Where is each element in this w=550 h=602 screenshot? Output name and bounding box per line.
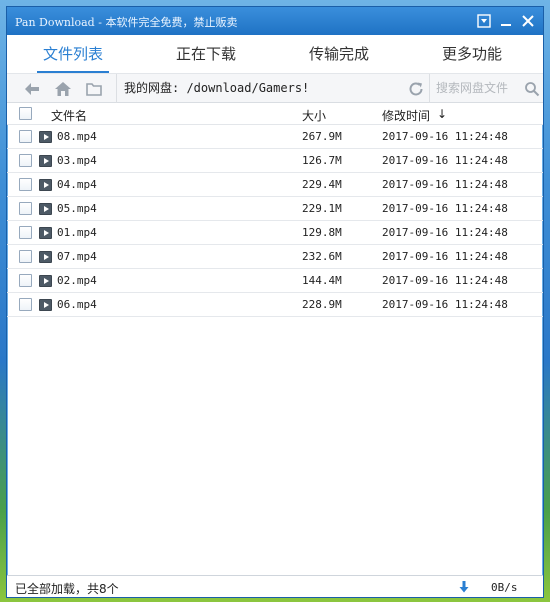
- file-size: 228.9M: [302, 298, 342, 311]
- file-modified: 2017-09-16 11:24:48: [382, 226, 508, 239]
- back-arrow-icon[interactable]: [23, 80, 41, 98]
- search-box: [429, 74, 545, 103]
- minimize-icon[interactable]: [497, 12, 515, 30]
- file-modified: 2017-09-16 11:24:48: [382, 298, 508, 311]
- video-file-icon: [39, 299, 52, 311]
- toolbar: 我的网盘: /download/Gamers!: [7, 73, 543, 103]
- menu-dropdown-icon[interactable]: [475, 12, 493, 30]
- file-row[interactable]: 07.mp4 232.6M 2017-09-16 11:24:48: [7, 245, 543, 269]
- file-modified: 2017-09-16 11:24:48: [382, 154, 508, 167]
- select-all-checkbox[interactable]: [19, 107, 32, 120]
- file-name: 04.mp4: [57, 178, 97, 191]
- path-breadcrumb[interactable]: 我的网盘: /download/Gamers!: [116, 74, 404, 103]
- file-row[interactable]: 08.mp4 267.9M 2017-09-16 11:24:48: [7, 125, 543, 149]
- column-header-modified[interactable]: 修改时间: [382, 107, 430, 124]
- row-checkbox[interactable]: [19, 274, 32, 287]
- file-modified: 2017-09-16 11:24:48: [382, 178, 508, 191]
- tab-downloading[interactable]: 正在下载: [170, 43, 242, 73]
- file-size: 126.7M: [302, 154, 342, 167]
- file-row[interactable]: 06.mp4 228.9M 2017-09-16 11:24:48: [7, 293, 543, 317]
- folder-icon[interactable]: [85, 80, 103, 98]
- row-checkbox[interactable]: [19, 178, 32, 191]
- file-size: 129.8M: [302, 226, 342, 239]
- file-name: 03.mp4: [57, 154, 97, 167]
- video-file-icon: [39, 227, 52, 239]
- file-name: 05.mp4: [57, 202, 97, 215]
- file-size: 144.4M: [302, 274, 342, 287]
- row-checkbox[interactable]: [19, 298, 32, 311]
- status-bar: 已全部加载，共8个 0B/s: [7, 575, 543, 597]
- load-status-text: 已全部加载，共8个: [15, 582, 119, 596]
- window-title: Pan Download - 本软件完全免费，禁止贩卖: [15, 16, 238, 29]
- tab-completed[interactable]: 传输完成: [303, 43, 375, 73]
- file-row[interactable]: 04.mp4 229.4M 2017-09-16 11:24:48: [7, 173, 543, 197]
- video-file-icon: [39, 203, 52, 215]
- file-modified: 2017-09-16 11:24:48: [382, 250, 508, 263]
- file-size: 229.4M: [302, 178, 342, 191]
- file-size: 267.9M: [302, 130, 342, 143]
- video-file-icon: [39, 251, 52, 263]
- search-input[interactable]: [436, 79, 520, 97]
- video-file-icon: [39, 179, 52, 191]
- file-name: 08.mp4: [57, 130, 97, 143]
- file-name: 02.mp4: [57, 274, 97, 287]
- column-header-size[interactable]: 大小: [302, 107, 326, 124]
- tab-file-list[interactable]: 文件列表: [37, 43, 109, 73]
- download-arrow-icon: [458, 580, 470, 594]
- tab-more-features[interactable]: 更多功能: [436, 43, 508, 73]
- video-file-icon: [39, 155, 52, 167]
- file-modified: 2017-09-16 11:24:48: [382, 130, 508, 143]
- file-row[interactable]: 05.mp4 229.1M 2017-09-16 11:24:48: [7, 197, 543, 221]
- close-icon[interactable]: [519, 12, 537, 30]
- row-checkbox[interactable]: [19, 202, 32, 215]
- search-icon[interactable]: [524, 81, 540, 97]
- file-name: 07.mp4: [57, 250, 97, 263]
- refresh-icon[interactable]: [407, 80, 425, 98]
- file-row[interactable]: 02.mp4 144.4M 2017-09-16 11:24:48: [7, 269, 543, 293]
- file-modified: 2017-09-16 11:24:48: [382, 202, 508, 215]
- title-bar[interactable]: Pan Download - 本软件完全免费，禁止贩卖: [7, 7, 543, 35]
- file-size: 229.1M: [302, 202, 342, 215]
- home-icon[interactable]: [54, 80, 72, 98]
- file-size: 232.6M: [302, 250, 342, 263]
- sort-descending-icon: ↓: [437, 107, 448, 121]
- file-list: 08.mp4 267.9M 2017-09-16 11:24:48 03.mp4…: [7, 125, 543, 317]
- column-header-name[interactable]: 文件名: [51, 107, 87, 124]
- video-file-icon: [39, 275, 52, 287]
- file-modified: 2017-09-16 11:24:48: [382, 274, 508, 287]
- app-window: Pan Download - 本软件完全免费，禁止贩卖 文件列表 正在下载 传输…: [6, 6, 544, 598]
- row-checkbox[interactable]: [19, 226, 32, 239]
- file-row[interactable]: 01.mp4 129.8M 2017-09-16 11:24:48: [7, 221, 543, 245]
- file-list-header: 文件名 大小 修改时间 ↓: [7, 103, 543, 125]
- file-name: 01.mp4: [57, 226, 97, 239]
- video-file-icon: [39, 131, 52, 143]
- tab-bar: 文件列表 正在下载 传输完成 更多功能: [7, 35, 543, 73]
- file-name: 06.mp4: [57, 298, 97, 311]
- file-row[interactable]: 03.mp4 126.7M 2017-09-16 11:24:48: [7, 149, 543, 173]
- row-checkbox[interactable]: [19, 154, 32, 167]
- download-speed: 0B/s: [491, 581, 518, 594]
- row-checkbox[interactable]: [19, 250, 32, 263]
- row-checkbox[interactable]: [19, 130, 32, 143]
